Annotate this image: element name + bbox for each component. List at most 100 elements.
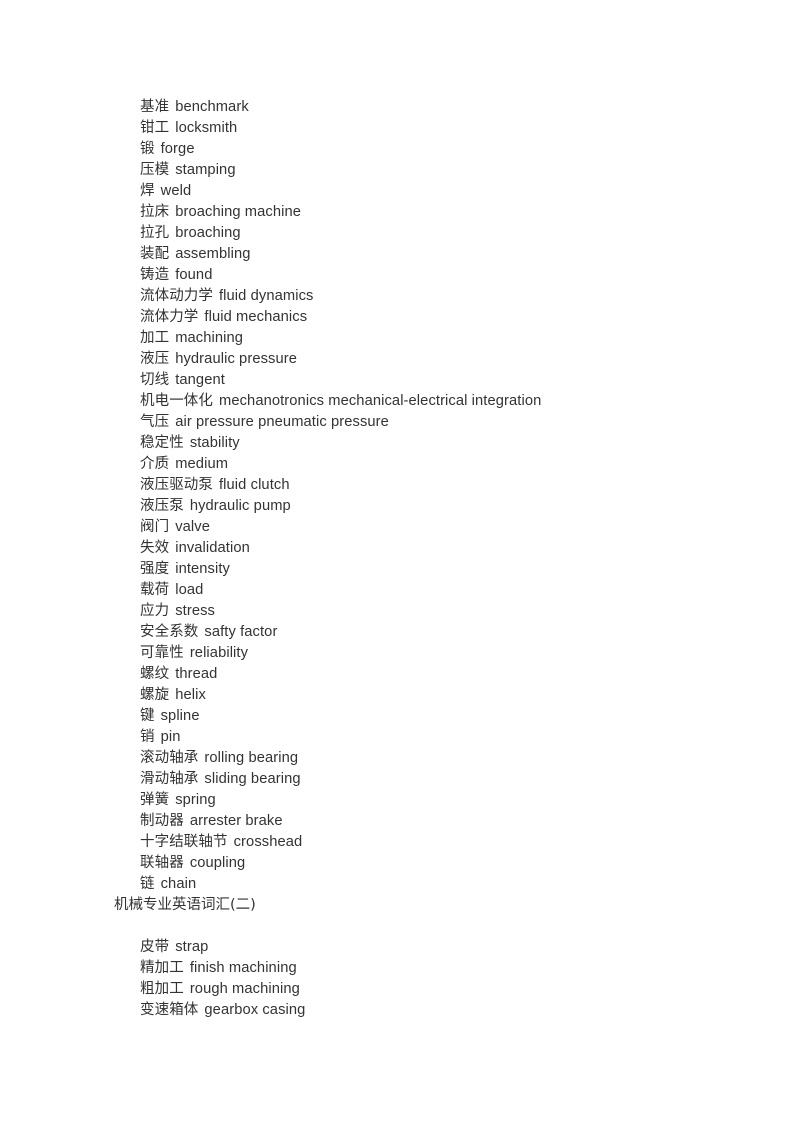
section-heading: 机械专业英语词汇(二) [114,897,256,913]
term-chinese: 流体动力学 [140,288,213,304]
vocabulary-entry: 皮带 strap [0,937,794,958]
term-english: arrester brake [189,813,283,829]
term-chinese: 装配 [140,246,170,262]
term-english: rolling bearing [204,750,299,766]
term-chinese: 粗加工 [140,981,184,997]
term-english: reliability [189,645,249,661]
vocabulary-entry: 滑动轴承 sliding bearing [0,769,794,790]
vocabulary-entry: 流体动力学 fluid dynamics [0,286,794,307]
term-english: assembling [175,246,251,262]
term-english: broaching [175,225,241,241]
vocabulary-entry: 失效 invalidation [0,538,794,559]
term-chinese: 稳定性 [140,435,184,451]
vocabulary-entry: 载荷 load [0,580,794,601]
term-english: crosshead [233,834,303,850]
term-chinese: 失效 [140,540,170,556]
term-english: hydraulic pump [189,498,291,514]
term-chinese: 钳工 [140,120,170,136]
term-chinese: 液压 [140,351,170,367]
term-chinese: 螺纹 [140,666,170,682]
term-english: forge [160,141,195,157]
vocabulary-entry: 链 chain [0,874,794,895]
vocabulary-entry: 粗加工 rough machining [0,979,794,1000]
vocabulary-entry: 精加工 finish machining [0,958,794,979]
term-chinese: 安全系数 [140,624,199,640]
vocabulary-entry: 弹簧 spring [0,790,794,811]
vocabulary-entry: 联轴器 coupling [0,853,794,874]
vocabulary-entry: 基准 benchmark [0,97,794,118]
vocabulary-entry: 螺旋 helix [0,685,794,706]
vocabulary-entry: 液压驱动泵 fluid clutch [0,475,794,496]
term-english: spline [160,708,200,724]
term-english: rough machining [189,981,300,997]
term-english: tangent [175,372,225,388]
term-chinese: 联轴器 [140,855,184,871]
term-english: stamping [175,162,236,178]
vocabulary-entry: 流体力学 fluid mechanics [0,307,794,328]
vocabulary-entry: 焊 weld [0,181,794,202]
term-chinese: 加工 [140,330,170,346]
term-chinese: 弹簧 [140,792,170,808]
vocabulary-entry: 铸造 found [0,265,794,286]
term-chinese: 阀门 [140,519,170,535]
term-english: air pressure pneumatic pressure [175,414,389,430]
term-english: stress [175,603,215,619]
term-chinese: 切线 [140,372,170,388]
term-english: medium [175,456,229,472]
term-chinese: 锻 [140,141,155,157]
vocabulary-entry: 拉床 broaching machine [0,202,794,223]
vocabulary-entry: 稳定性 stability [0,433,794,454]
term-chinese: 滚动轴承 [140,750,199,766]
term-chinese: 压模 [140,162,170,178]
term-english: thread [175,666,218,682]
vocabulary-list: 基准 benchmark 钳工 locksmith 锻 forge 压模 stamping 焊 w… [0,97,794,895]
vocabulary-entry: 切线 tangent [0,370,794,391]
term-chinese: 强度 [140,561,170,577]
term-chinese: 基准 [140,99,170,115]
term-english: intensity [175,561,230,577]
vocabulary-entry: 可靠性 reliability [0,643,794,664]
vocabulary-entry: 气压 air pressure pneumatic pressure [0,412,794,433]
term-english: hydraulic pressure [175,351,298,367]
term-english: coupling [189,855,246,871]
term-chinese: 十字结联轴节 [140,834,228,850]
term-english: chain [160,876,197,892]
term-english: invalidation [175,540,250,556]
term-chinese: 载荷 [140,582,170,598]
term-chinese: 制动器 [140,813,184,829]
vocabulary-entry: 安全系数 safty factor [0,622,794,643]
term-english: locksmith [175,120,238,136]
term-chinese: 链 [140,876,155,892]
vocabulary-entry: 十字结联轴节 crosshead [0,832,794,853]
vocabulary-entry: 拉孔 broaching [0,223,794,244]
term-english: helix [175,687,206,703]
term-chinese: 变速箱体 [140,1002,199,1018]
vocabulary-entry: 螺纹 thread [0,664,794,685]
vocabulary-list: 皮带 strap 精加工 finish machining 粗加工 rough machi… [0,937,794,1021]
term-english: weld [160,183,192,199]
term-english: valve [175,519,210,535]
term-chinese: 键 [140,708,155,724]
term-english: stability [189,435,240,451]
vocabulary-entry: 变速箱体 gearbox casing [0,1000,794,1021]
term-english: spring [175,792,216,808]
term-chinese: 拉孔 [140,225,170,241]
term-english: sliding bearing [204,771,301,787]
term-chinese: 液压泵 [140,498,184,514]
vocabulary-entry: 机电一体化 mechanotronics mechanical-electrica… [0,391,794,412]
term-english: machining [175,330,244,346]
document-body: 基准 benchmark 钳工 locksmith 锻 forge 压模 stamping 焊 w… [0,97,794,1021]
term-english: fluid dynamics [219,288,314,304]
vocabulary-entry: 制动器 arrester brake [0,811,794,832]
vocabulary-entry: 强度 intensity [0,559,794,580]
term-english: safty factor [204,624,278,640]
vocabulary-entry: 加工 machining [0,328,794,349]
vocabulary-entry: 应力 stress [0,601,794,622]
term-english: fluid mechanics [204,309,308,325]
term-english: benchmark [175,99,249,115]
vocabulary-entry: 销 pin [0,727,794,748]
term-chinese: 应力 [140,603,170,619]
term-english: strap [175,939,209,955]
term-chinese: 介质 [140,456,170,472]
